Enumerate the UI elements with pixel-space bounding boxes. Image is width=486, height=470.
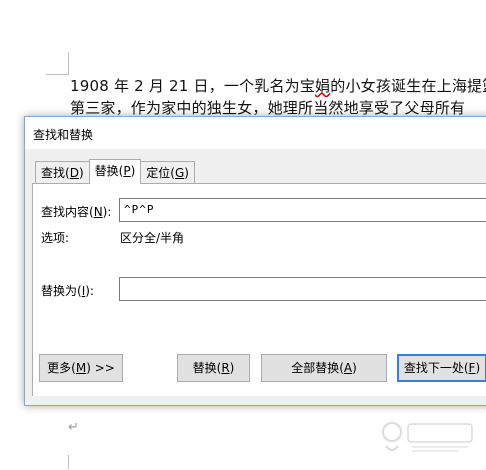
- tab-replace-accesskey: P: [123, 164, 131, 178]
- spelling-error-word: 娟: [315, 77, 331, 95]
- page-margin-corner-mark: [46, 52, 69, 75]
- find-what-label: 查找内容(N):: [41, 203, 111, 220]
- find-what-input[interactable]: ^P^P: [119, 198, 486, 222]
- more-button-label: 更多(: [47, 361, 76, 375]
- dialog-titlebar[interactable]: 查找和替换: [25, 117, 486, 149]
- tab-find-accesskey: D: [69, 166, 79, 180]
- options-label: 选项:: [41, 231, 70, 245]
- find-what-label-suffix: ):: [102, 205, 112, 219]
- replace-button-accesskey: R: [221, 361, 230, 375]
- watermark-logo: [378, 416, 478, 458]
- replace-with-input[interactable]: [119, 277, 486, 301]
- tab-replace[interactable]: 替换(P): [88, 159, 142, 184]
- tab-find-label: 查找(: [41, 166, 70, 180]
- tab-replace-label: 替换(: [94, 164, 124, 178]
- replace-all-button-suffix: ): [352, 361, 357, 375]
- tab-goto-accesskey: G: [174, 166, 185, 180]
- more-button[interactable]: 更多(M) >>: [39, 354, 123, 382]
- tab-goto-suffix: ): [184, 166, 189, 180]
- tab-strip: 查找(D) 替换(P) 定位(G): [35, 159, 195, 184]
- replace-button[interactable]: 替换(R): [177, 354, 250, 382]
- options-value: 区分全/半角: [120, 231, 185, 245]
- find-what-accesskey: N: [93, 205, 103, 219]
- document-text-line-1[interactable]: 1908 年 2 月 21 日，一个乳名为宝娟的小女孩诞生在上海提篮: [70, 75, 486, 96]
- document-text-line-2[interactable]: 第三家，作为家中的独生女，她理所当然地享受了父母所有: [70, 97, 465, 118]
- find-next-button-label: 查找下一处(: [403, 361, 469, 375]
- replace-with-label-text: 替换为(: [41, 284, 82, 298]
- tab-goto[interactable]: 定位(G): [140, 161, 195, 183]
- tab-goto-label: 定位(: [146, 166, 175, 180]
- more-button-suffix: ) >>: [86, 361, 115, 375]
- replace-with-label: 替换为(I):: [41, 282, 94, 299]
- replace-all-button[interactable]: 全部替换(A): [261, 354, 387, 382]
- dialog-title: 查找和替换: [33, 128, 94, 142]
- page-margin-bottom-mark: [68, 455, 69, 469]
- find-next-button[interactable]: 查找下一处(F): [397, 354, 486, 382]
- find-what-label-text: 查找内容(: [41, 205, 94, 219]
- more-button-accesskey: M: [75, 361, 87, 375]
- find-next-button-suffix: ): [475, 361, 481, 375]
- tab-replace-suffix: ): [130, 164, 136, 178]
- replace-button-suffix: ): [229, 361, 235, 375]
- replace-button-label: 替换(: [192, 361, 222, 375]
- tab-find-suffix: ): [78, 166, 84, 180]
- find-replace-dialog: 查找和替换 查找(D) 替换(P) 定位(G) 查找内容(N): ^P^P 选项…: [24, 116, 486, 406]
- tab-find[interactable]: 查找(D): [35, 161, 90, 183]
- replace-all-button-label: 全部替换(: [291, 361, 344, 375]
- line1-suffix: 的小女孩诞生在上海提篮: [330, 77, 486, 95]
- paragraph-mark-icon: ↵: [68, 420, 79, 435]
- replace-all-button-accesskey: A: [343, 361, 353, 375]
- replace-with-label-suffix: ):: [85, 284, 94, 298]
- line1-prefix: 1908 年 2 月 21 日，一个乳名为宝: [70, 77, 316, 95]
